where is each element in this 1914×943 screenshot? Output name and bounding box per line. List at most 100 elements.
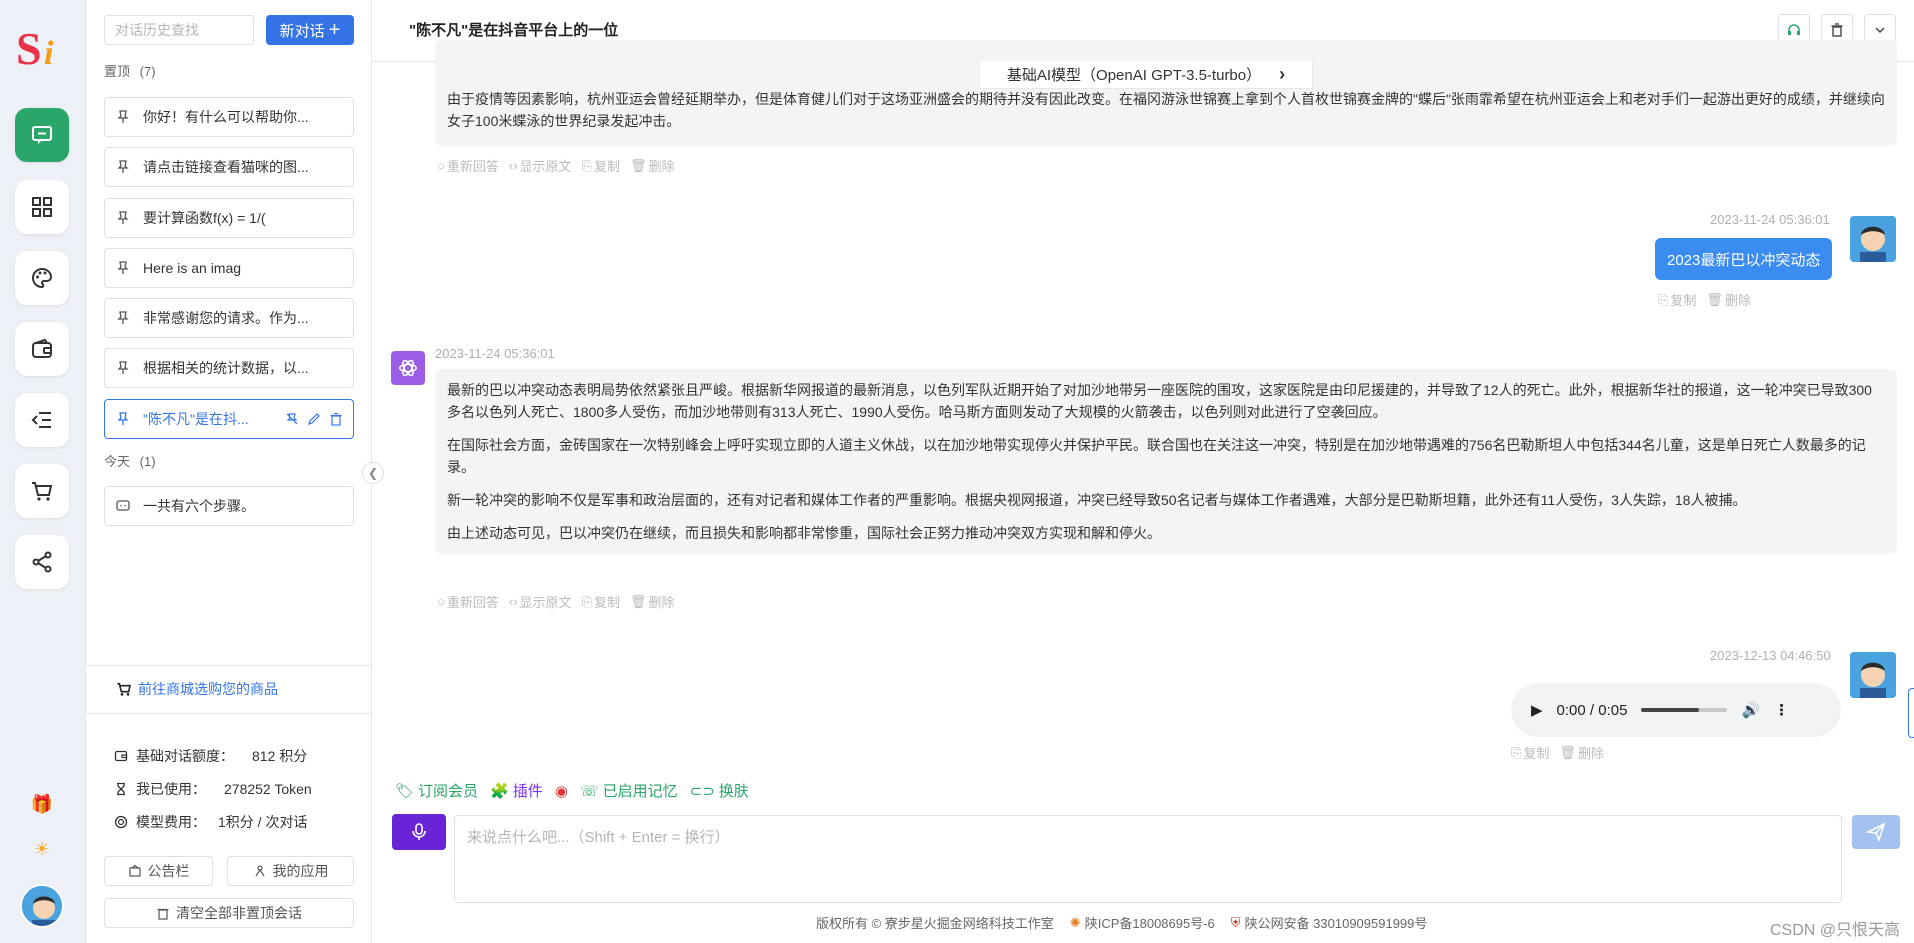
delete-button[interactable]: 🗑 删除 <box>1559 743 1604 762</box>
user-message: 2023最新巴以冲突动态 <box>1655 238 1833 280</box>
copy-button[interactable]: ⎘ 复制 <box>582 592 620 611</box>
watermark: CSDN @只恨天高 <box>1769 922 1900 939</box>
puzzle-icon: 🧩 <box>490 782 509 800</box>
icp-icon: ✺ <box>1069 914 1081 930</box>
audio-progress-bar[interactable] <box>1641 708 1728 712</box>
gift-icon[interactable]: 🎁 <box>30 792 54 816</box>
subscribe-button[interactable]: 🏷 订阅会员 <box>395 780 478 801</box>
copy-button[interactable]: ⎘ 复制 <box>1511 743 1549 762</box>
icp-label: 陕ICP备18008695号-6 <box>1084 916 1215 931</box>
scroll-handle[interactable] <box>1908 688 1914 738</box>
memory-icon: ☏ <box>579 782 599 800</box>
police-link[interactable]: ⛨ 陕公网安备 33010909591999号 <box>1231 913 1428 932</box>
chat-bubble-icon <box>116 500 130 511</box>
bot-message-actions: ○ 重新回答 ‹› 显示原文 ⎘ 复制 🗑 删除 <box>437 156 675 175</box>
voice-input-button[interactable] <box>392 814 446 850</box>
message-timestamp: 2023-11-24 05:36:01 <box>435 346 555 361</box>
my-apps-button[interactable]: 我的应用 <box>227 856 354 886</box>
show-raw-button[interactable]: ‹› 显示原文 <box>509 592 572 611</box>
delete-label: 删除 <box>648 595 675 610</box>
chat-toolbar: 🏷 订阅会员 🧩 插件 ◉ ☏ 已启用记忆 ⊂⊃ 换肤 <box>395 780 749 801</box>
icp-link[interactable]: ✺ 陕ICP备18008695号-6 <box>1070 913 1215 932</box>
delete-icon[interactable] <box>329 412 343 426</box>
message-input[interactable] <box>454 815 1842 903</box>
bot-message-text: 由于疫情等因素影响，杭州亚运会曾经延期举办，但是体育健儿们对于这场亚洲盛会的期待… <box>447 91 1885 129</box>
pin-icon <box>117 211 129 224</box>
notice-label: 公告栏 <box>147 863 190 879</box>
rail-wallet-button[interactable] <box>15 322 69 376</box>
delete-label: 删除 <box>648 159 675 174</box>
delete-button[interactable]: 🗑 删除 <box>1706 290 1751 309</box>
history-search-input[interactable] <box>104 15 254 45</box>
rail-cart-button[interactable] <box>15 464 69 518</box>
pinned-conversation[interactable]: 非常感谢您的请求。作为... <box>104 298 354 338</box>
regenerate-label: 重新回答 <box>446 159 499 174</box>
conversation-sidebar: 新对话 + 置顶 (7) 你好！有什么可以帮助你... 请点击链接查看猫咪的图.… <box>86 0 372 943</box>
pin-icon <box>117 412 129 425</box>
play-icon[interactable]: ▶ <box>1531 701 1543 719</box>
pin-icon <box>117 311 129 324</box>
new-chat-button[interactable]: 新对话 + <box>266 15 354 45</box>
pinned-conversation[interactable]: 请点击链接查看猫咪的图... <box>104 147 354 187</box>
more-vertical-icon[interactable]: ⋮ <box>1774 701 1789 719</box>
bot-message: 最新的巴以冲突动态表明局势依然紧张且严峻。根据新华网报道的最新消息，以色列军队近… <box>435 369 1897 554</box>
cart-icon <box>117 682 131 696</box>
regenerate-button[interactable]: ○ 重新回答 <box>437 156 499 175</box>
regenerate-button[interactable]: ○ 重新回答 <box>437 592 499 611</box>
chat-title: "陈不凡"是在抖音平台上的一位 <box>409 22 619 39</box>
plugin-button[interactable]: 🧩 插件 <box>490 780 543 801</box>
today-conversation[interactable]: 一共有六个步骤。 <box>104 486 354 526</box>
unpin-icon[interactable] <box>285 412 299 426</box>
pinned-conversation[interactable]: 根据相关的统计数据，以... <box>104 348 354 388</box>
clear-conversations-button[interactable]: 清空全部非置顶会话 <box>104 898 354 928</box>
message-timestamp: 2023-12-13 04:46:50 <box>1710 648 1831 663</box>
edit-icon[interactable] <box>307 412 321 426</box>
police-label: 陕公网安备 33010909591999号 <box>1244 916 1428 931</box>
conversation-title: 非常感谢您的请求。作为... <box>143 310 309 326</box>
model-selector[interactable]: 基础AI模型（OpenAI GPT-3.5-turbo） › <box>979 61 1313 89</box>
memory-button[interactable]: ☏ 已启用记忆 <box>580 780 678 801</box>
page-footer: 版权所有 © 寮步星火掘金网络科技工作室 ✺ 陕ICP备18008695号-6 ⛨… <box>816 913 1427 932</box>
active-conversation[interactable]: "陈不凡"是在抖... <box>104 399 354 439</box>
delete-button[interactable]: 🗑 删除 <box>630 592 675 611</box>
audio-time: 0:00 / 0:05 <box>1556 701 1628 719</box>
shop-link[interactable]: 前往商城选购您的商品 <box>116 679 278 699</box>
show-raw-button[interactable]: ‹› 显示原文 <box>509 156 572 175</box>
pinned-label-text: 置顶 <box>104 64 131 79</box>
quota-value: 812 积分 <box>252 748 308 764</box>
conversation-title: Here is an imag <box>143 260 242 276</box>
rail-list-button[interactable] <box>15 393 69 447</box>
rail-apps-button[interactable] <box>15 180 69 234</box>
skin-button[interactable]: ⊂⊃ 换肤 <box>690 780 749 801</box>
toggle-icon: ⊂⊃ <box>689 782 715 800</box>
model-label: 基础AI模型（OpenAI GPT-3.5-turbo） <box>1006 67 1262 84</box>
delete-label: 删除 <box>1577 746 1604 761</box>
delete-button[interactable]: 🗑 删除 <box>630 156 675 175</box>
sun-icon[interactable]: ☀ <box>30 837 54 861</box>
used-label: 我已使用： <box>136 781 206 797</box>
send-button[interactable] <box>1852 815 1900 849</box>
volume-icon[interactable]: 🔊 <box>1741 701 1760 719</box>
copy-button[interactable]: ⎘ 复制 <box>1658 290 1696 309</box>
show-raw-label: 显示原文 <box>519 595 572 610</box>
pinned-conversation[interactable]: 要计算函数f(x) = 1/( <box>104 198 354 238</box>
conversation-title: 一共有六个步骤。 <box>143 498 255 514</box>
rail-chat-button[interactable] <box>15 108 69 162</box>
quota-stat: 基础对话额度： 812 积分 <box>114 746 307 766</box>
fee-label: 模型费用： <box>136 814 206 830</box>
rail-palette-button[interactable] <box>15 251 69 305</box>
pin-icon <box>117 160 129 173</box>
divider <box>86 713 372 714</box>
notice-button[interactable]: 公告栏 <box>104 856 213 886</box>
show-raw-label: 显示原文 <box>519 159 572 174</box>
rail-share-button[interactable] <box>15 535 69 589</box>
pinned-conversation[interactable]: 你好！有什么可以帮助你... <box>104 97 354 137</box>
copy-button[interactable]: ⎘ 复制 <box>582 156 620 175</box>
openai-icon <box>399 359 417 377</box>
copyright-text: 版权所有 © 寮步星火掘金网络科技工作室 <box>816 916 1054 931</box>
trash-icon <box>1831 23 1843 37</box>
chrome-icon[interactable]: ◉ <box>555 782 568 800</box>
pinned-conversation[interactable]: Here is an imag <box>104 248 354 288</box>
user-avatar[interactable] <box>20 884 64 928</box>
copy-label: 复制 <box>593 159 620 174</box>
